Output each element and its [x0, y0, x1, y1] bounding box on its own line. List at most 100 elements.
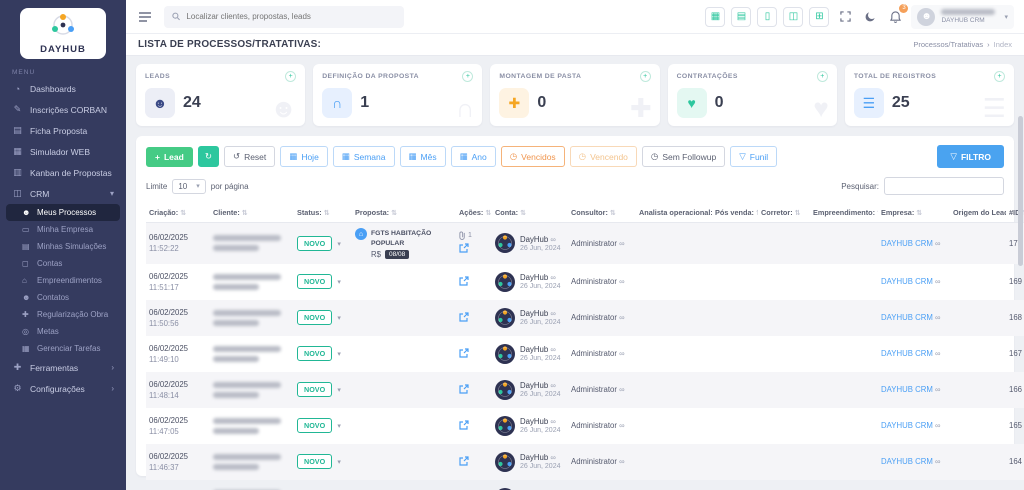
topbar-quick-icon[interactable]: ▤: [731, 6, 752, 27]
refresh-button[interactable]: ↻: [197, 146, 219, 167]
breadcrumb-root[interactable]: Processos/Tratativas: [913, 40, 983, 49]
conta-name[interactable]: DayHub: [520, 381, 548, 390]
open-record-icon[interactable]: [459, 384, 469, 396]
reset-button[interactable]: ↺ Reset: [223, 146, 276, 167]
filtro-button[interactable]: ▽ FILTRO: [937, 145, 1004, 168]
table-row[interactable]: 06/02/2025 11:47:05 NOVO ▾ DayHub ∞ 26 J…: [146, 408, 1024, 444]
info-icon[interactable]: +: [285, 71, 297, 82]
consultor-name[interactable]: Administrator: [571, 239, 617, 248]
sidebar-item-crm[interactable]: ◫ CRM ▾: [0, 183, 126, 204]
column-header[interactable]: Empresa: ⇅: [878, 203, 950, 223]
crm-submenu-item[interactable]: ▭ Minha Empresa: [6, 221, 120, 238]
open-record-icon[interactable]: [459, 348, 469, 360]
consultor-name[interactable]: Administrator: [571, 457, 617, 466]
semana-button[interactable]: ▦ Semana: [332, 146, 395, 167]
attachments-indicator[interactable]: 1: [459, 231, 472, 241]
topbar-quick-icon[interactable]: ▯: [757, 6, 778, 27]
open-record-icon[interactable]: [459, 420, 469, 432]
crm-submenu-item[interactable]: ⌂ Empreendimentos: [6, 272, 120, 289]
status-badge[interactable]: NOVO: [297, 235, 333, 251]
empresa-name[interactable]: DAYHUB CRM: [881, 239, 933, 248]
notifications-icon[interactable]: 3: [886, 3, 909, 26]
sem-followup-button[interactable]: ◷ Sem Followup: [641, 146, 726, 167]
crm-submenu-item[interactable]: ☻ Contatos: [6, 289, 120, 306]
conta-name[interactable]: DayHub: [520, 235, 548, 244]
table-row[interactable]: 06/02/2025 11:50:56 NOVO ▾ DayHub ∞ 26 J…: [146, 299, 1024, 336]
info-icon[interactable]: +: [462, 71, 474, 82]
funil-button[interactable]: ▽ Funil: [730, 146, 778, 167]
crm-submenu-item[interactable]: ✚ Regularização Obra: [6, 306, 120, 323]
topbar-quick-icon[interactable]: ▦: [705, 6, 726, 27]
fullscreen-icon[interactable]: [836, 8, 854, 26]
user-menu[interactable]: ☻ DAYHUB CRM ▾: [911, 4, 1014, 29]
status-badge[interactable]: NOVO: [297, 346, 333, 362]
sidebar-item[interactable]: ▤ Ficha Proposta: [0, 120, 126, 141]
table-row[interactable]: 06/02/2025 11:46:37 NOVO ▾ DayHub ∞ 26 J…: [146, 443, 1024, 480]
darkmode-icon[interactable]: [861, 8, 879, 26]
status-caret-icon[interactable]: ▾: [337, 387, 341, 394]
sidebar-item[interactable]: ◔ Dashboards: [0, 79, 126, 99]
empresa-name[interactable]: DAYHUB CRM: [881, 277, 933, 286]
open-record-icon[interactable]: [459, 276, 469, 288]
sidebar-item[interactable]: ▦ Simulador WEB: [0, 141, 126, 162]
column-header[interactable]: Pós venda:⇅: [712, 203, 758, 223]
logo[interactable]: DAYHUB: [20, 8, 106, 59]
table-row[interactable]: 06/02/2025 11:49:10 NOVO ▾ DayHub ∞ 26 J…: [146, 336, 1024, 372]
sidebar-item[interactable]: ▥ Kanban de Propostas: [0, 162, 126, 183]
hoje-button[interactable]: ▦ Hoje: [280, 146, 328, 167]
limite-select[interactable]: 10 ▾: [172, 178, 206, 194]
search-input[interactable]: [186, 12, 396, 21]
column-header[interactable]: Analista operacional:⇅: [636, 203, 712, 223]
status-badge[interactable]: NOVO: [297, 382, 333, 398]
empresa-name[interactable]: DAYHUB CRM: [881, 385, 933, 394]
crm-submenu-item[interactable]: ◎ Metas: [6, 323, 120, 340]
conta-name[interactable]: DayHub: [520, 273, 548, 282]
consultor-name[interactable]: Administrator: [571, 277, 617, 286]
status-caret-icon[interactable]: ▾: [337, 351, 341, 358]
column-header[interactable]: Conta: ⇅: [492, 203, 568, 223]
sidebar-group-item[interactable]: ⚙ Configurações ›: [0, 378, 126, 399]
scrollbar[interactable]: [1018, 116, 1023, 266]
empresa-name[interactable]: DAYHUB CRM: [881, 457, 933, 466]
status-caret-icon[interactable]: ▾: [337, 315, 341, 322]
vencendo-button[interactable]: ◷ Vencendo: [569, 146, 637, 167]
table-row[interactable]: 06/02/2025 11:52:22 NOVO ▾ ⌂ FGTS HABITA…: [146, 222, 1024, 264]
status-caret-icon[interactable]: ▾: [337, 423, 341, 430]
open-record-icon[interactable]: [459, 312, 469, 324]
status-caret-icon[interactable]: ▾: [337, 279, 341, 286]
consultor-name[interactable]: Administrator: [571, 421, 617, 430]
table-row[interactable]: 06/02/2025 NOVO ▾: [146, 480, 1024, 490]
topbar-quick-icon[interactable]: ⊞: [809, 6, 830, 27]
global-search[interactable]: [164, 5, 404, 28]
empresa-name[interactable]: DAYHUB CRM: [881, 349, 933, 358]
column-header[interactable]: Origem do Lead:⇅: [950, 203, 1006, 223]
mes-button[interactable]: ▦ Mês: [399, 146, 446, 167]
open-record-icon[interactable]: [459, 456, 469, 468]
status-caret-icon[interactable]: ▾: [337, 241, 341, 248]
status-badge[interactable]: NOVO: [297, 454, 333, 470]
column-header[interactable]: Empreendimento:⇅: [810, 203, 878, 223]
consultor-name[interactable]: Administrator: [571, 349, 617, 358]
info-icon[interactable]: +: [816, 71, 828, 82]
crm-submenu-item[interactable]: ▦ Gerenciar Tarefas: [6, 340, 120, 357]
info-icon[interactable]: +: [639, 71, 651, 82]
sidebar-group-item[interactable]: ✚ Ferramentas ›: [0, 357, 126, 378]
sidebar-item[interactable]: ✎ Inscrições CORBAN: [0, 99, 126, 120]
topbar-quick-icon[interactable]: ◫: [783, 6, 804, 27]
column-header[interactable]: Cliente: ⇅: [210, 203, 294, 223]
column-header[interactable]: Ações: ⇅: [456, 203, 492, 223]
status-caret-icon[interactable]: ▾: [337, 459, 341, 466]
table-row[interactable]: 06/02/2025 11:48:14 NOVO ▾ DayHub ∞ 26 J…: [146, 371, 1024, 408]
info-icon[interactable]: +: [994, 71, 1006, 82]
status-badge[interactable]: NOVO: [297, 418, 333, 434]
add-lead-button[interactable]: + Lead: [146, 146, 193, 167]
conta-name[interactable]: DayHub: [520, 345, 548, 354]
conta-name[interactable]: DayHub: [520, 417, 548, 426]
vencidos-button[interactable]: ◷ Vencidos: [500, 146, 565, 167]
consultor-name[interactable]: Administrator: [571, 313, 617, 322]
column-header[interactable]: Corretor: ⇅: [758, 203, 810, 223]
crm-submenu-item[interactable]: ◻ Contas: [6, 255, 120, 272]
hamburger-menu-icon[interactable]: [136, 8, 154, 26]
column-header[interactable]: Criação: ⇅: [146, 203, 210, 223]
empresa-name[interactable]: DAYHUB CRM: [881, 421, 933, 430]
